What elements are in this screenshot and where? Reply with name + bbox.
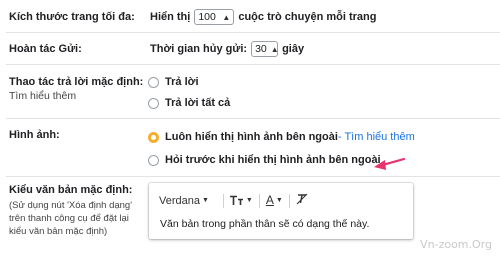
chevron-down-icon: ▼ (201, 197, 209, 204)
size-button[interactable]: ▼ (229, 195, 253, 206)
editor-toolbar: Verdana ▼ ▼ A ▼ (159, 193, 308, 208)
text-style-label: Kiểu văn bản mặc định: (9, 184, 133, 196)
chevron-down-icon: ▼ (245, 197, 253, 204)
preview-text: Văn bản trong phần thân sẽ có dạng thế n… (160, 218, 370, 230)
font-name: Verdana (159, 194, 200, 207)
chevron-down-icon: ▼ (275, 197, 283, 204)
text-style-editor: Verdana ▼ ▼ A ▼ Văn bản trong phần thân … (149, 183, 413, 239)
size-icon (229, 195, 243, 205)
watermark: Vn-zoom.Org (420, 238, 492, 251)
toolbar-divider (288, 193, 290, 208)
toolbar-divider (258, 193, 260, 208)
clear-format-icon (296, 193, 308, 205)
text-color-icon: A (265, 193, 274, 207)
text-style-note-1: (Sử dụng nút 'Xóa định dạng' (9, 200, 133, 211)
text-color-button[interactable]: A ▼ (265, 193, 283, 207)
text-style-note-3: kiểu văn bản mặc định) (9, 226, 108, 237)
font-select[interactable]: Verdana ▼ (159, 195, 209, 207)
divider (6, 176, 500, 177)
toolbar-divider (222, 193, 224, 208)
clear-format-button[interactable] (296, 193, 308, 208)
text-style-note-2: trên thanh công cụ để đặt lại (9, 213, 129, 224)
